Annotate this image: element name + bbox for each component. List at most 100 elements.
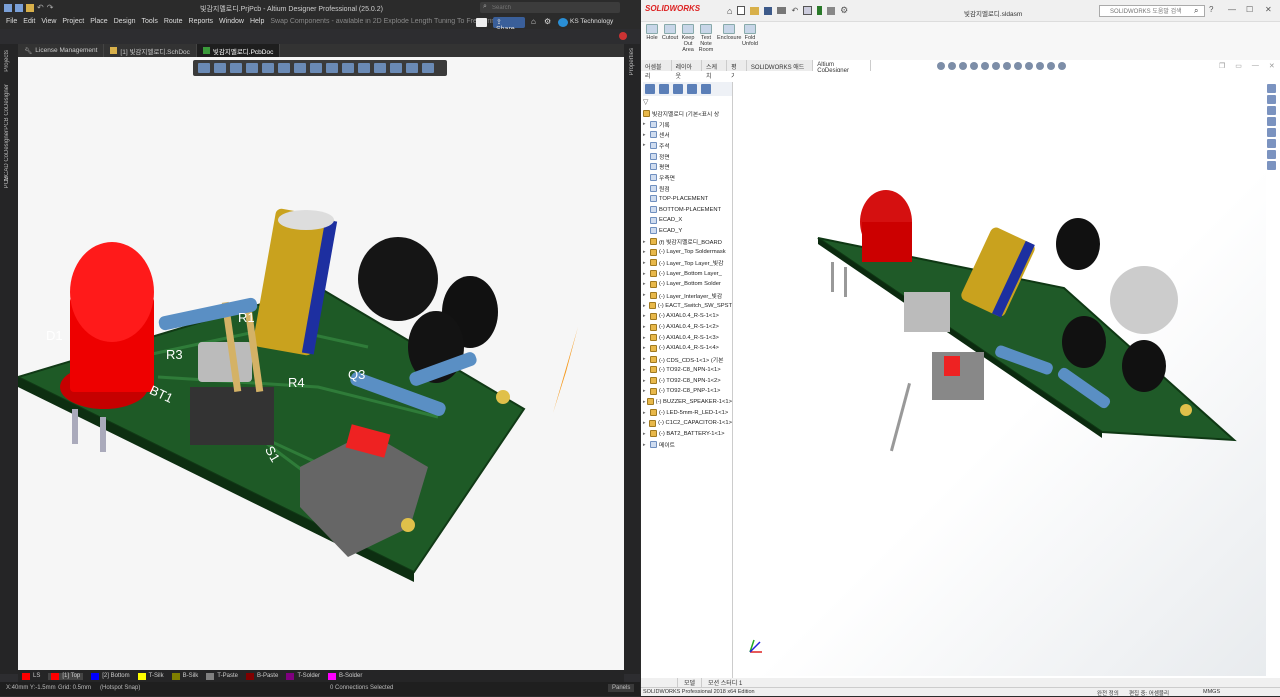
menu-view[interactable]: View [41,18,56,25]
notification-icon[interactable] [619,32,627,40]
tree-item[interactable]: 정면 [643,151,732,162]
layer-tab[interactable]: B-Silk [171,672,198,680]
tab-motion-study[interactable]: 모션 스터디 1 [701,678,748,687]
expand-arrow-icon[interactable]: ▸ [643,431,650,437]
gear-icon[interactable]: ⚙ [544,17,551,26]
tree-item[interactable]: ▸ (-) AXIAL0.4_R-S-1<2> [643,322,732,333]
tree-item[interactable]: ▸ (f) 빛감지멜로디_BOARD [643,236,732,247]
tree-item[interactable]: ▸ (-) TO92-C8_NPN-1<2> [643,375,732,386]
panels-button[interactable]: Panels [608,684,635,692]
tree-item[interactable]: BOTTOM-PLACEMENT [643,204,732,215]
tree-item[interactable]: ▸ (-) C1C2_CAPACITOR-1<1> [643,418,732,429]
previous-view-icon[interactable] [959,62,967,70]
tree-item[interactable]: ▸ (-) Layer_Bottom Layer_ [643,268,732,279]
print-icon[interactable] [777,7,787,14]
redo-icon[interactable]: ↷ [47,3,54,12]
restore-pane-icon[interactable]: ❐ [1219,62,1225,70]
select-icon[interactable] [803,6,813,15]
menu-tools[interactable]: Tools [142,18,158,25]
pcb-3d-viewport[interactable]: D1 R3 BT1 S1 R4 Q3 R1 [18,57,624,670]
tab-pcbdoc[interactable]: 빛감지멜로디.PcbDoc [196,44,281,57]
account-name[interactable]: KS Technology [570,18,613,25]
expand-arrow-icon[interactable]: ▸ [643,142,650,148]
tab-sketch[interactable]: 스케치 [702,60,728,80]
tree-item[interactable]: ▸ (-) Layer_Top Layer_빛감 [643,258,732,269]
view-orientation-icon[interactable] [992,62,1000,70]
tree-item[interactable]: ▸ (-) Layer_Bottom Solder [643,279,732,290]
altium-search-input[interactable] [492,3,612,12]
expand-arrow-icon[interactable]: ▸ [643,281,650,287]
hole-button[interactable]: Hole [643,24,661,41]
tree-item[interactable]: ▸ (-) TO92-C8_PNP-1<1> [643,386,732,397]
panel-tab-mcad-codesigner[interactable]: MCAD CoDesigner [4,130,10,181]
layer-tab[interactable]: LS [22,672,40,680]
menu-help[interactable]: Help [250,18,264,25]
tree-item[interactable]: ▸ 기록 [643,119,732,130]
expand-arrow-icon[interactable]: ▸ [643,121,650,127]
undo-icon[interactable]: ↶ [791,6,798,15]
share-button[interactable]: ⇪ Share [493,17,525,33]
tab-addins[interactable]: SOLIDWORKS 애드인 [747,60,814,80]
file-props-icon[interactable] [827,6,836,15]
scene-icon[interactable] [1036,62,1044,70]
solidworks-logo[interactable]: SOLIDWORKS [645,4,700,13]
menu-project[interactable]: Project [62,18,84,25]
task-pane-expand-icon[interactable] [1267,161,1276,170]
view-settings-icon[interactable] [1047,62,1055,70]
display-manager-icon[interactable] [701,84,711,94]
save-all-icon[interactable] [15,3,23,12]
tree-item[interactable]: 원점 [643,183,732,194]
sw-search-box[interactable]: ⌕ [1099,5,1205,17]
altium-search-box[interactable]: ⌕ [480,2,620,13]
home-icon[interactable]: ⌂ [727,6,732,16]
help-icon[interactable]: ? [1209,5,1213,14]
maximize-button[interactable]: ☐ [1246,5,1253,14]
home-icon[interactable]: ⌂ [531,17,536,26]
expand-arrow-icon[interactable]: ▸ [643,313,650,319]
cutout-button[interactable]: Cutout [661,24,679,41]
search-icon[interactable]: ⌕ [1194,6,1198,16]
pcb-3d-model[interactable]: D1 R3 BT1 S1 R4 Q3 R1 [18,57,624,670]
tree-item[interactable]: 우측면 [643,172,732,183]
menu-edit[interactable]: Edit [23,18,35,25]
new-doc-icon[interactable] [737,6,746,15]
tree-item[interactable]: ▸ (-) AXIAL0.4_R-S-1<3> [643,332,732,343]
enclosure-button[interactable]: Enclosure [717,24,741,41]
zoom-area-icon[interactable] [948,62,956,70]
expand-arrow-icon[interactable]: ▸ [643,335,650,341]
expand-arrow-icon[interactable]: ▸ [643,356,650,362]
expand-arrow-icon[interactable]: ▸ [643,378,650,384]
tree-item[interactable]: ▸ 센서 [643,129,732,140]
account-icon[interactable] [558,18,568,27]
layer-tab[interactable]: T-Silk [137,672,164,680]
tile-pane-icon[interactable]: ▭ [1235,62,1242,70]
menu-design[interactable]: Design [114,18,136,25]
expand-arrow-icon[interactable]: ▸ [643,442,650,448]
tab-schdoc[interactable]: [1] 빛감지멜로디.SchDoc [104,44,197,57]
zoom-fit-icon[interactable] [937,62,945,70]
layer-tab[interactable]: T-Paste [206,672,238,680]
expand-arrow-icon[interactable]: ▸ [643,324,650,330]
appearances-icon[interactable] [1267,128,1276,137]
tree-root[interactable]: 빛감지멜로디 (기본<표시 상 [643,108,732,119]
comment-icon[interactable] [476,18,487,27]
sw-units[interactable]: MMGS [1203,689,1220,695]
tab-layout[interactable]: 레이아웃 [672,60,703,80]
property-manager-icon[interactable] [659,84,669,94]
keep-out-area-button[interactable]: Keep Out Area [679,24,697,53]
tree-item[interactable]: ▸ (-) TO92-C8_NPN-1<1> [643,365,732,376]
display-style-icon[interactable] [1003,62,1011,70]
open-icon[interactable] [750,6,760,15]
menu-window[interactable]: Window [219,18,244,25]
expand-arrow-icon[interactable]: ▸ [643,260,650,266]
display-pane-icon[interactable] [1058,62,1066,70]
hide-show-icon[interactable] [1014,62,1022,70]
configuration-manager-icon[interactable] [673,84,683,94]
resources-icon[interactable] [1267,84,1276,93]
tree-item[interactable]: ▸ (-) Layer_Interlayer_빛감 [643,290,732,301]
design-library-icon[interactable] [1267,95,1276,104]
tree-item[interactable]: ▸ 메이트 [643,439,732,450]
menu-place[interactable]: Place [90,18,108,25]
sw-graphics-area[interactable] [734,72,1266,676]
fold-unfold-button[interactable]: Fold Unfold [741,24,759,47]
